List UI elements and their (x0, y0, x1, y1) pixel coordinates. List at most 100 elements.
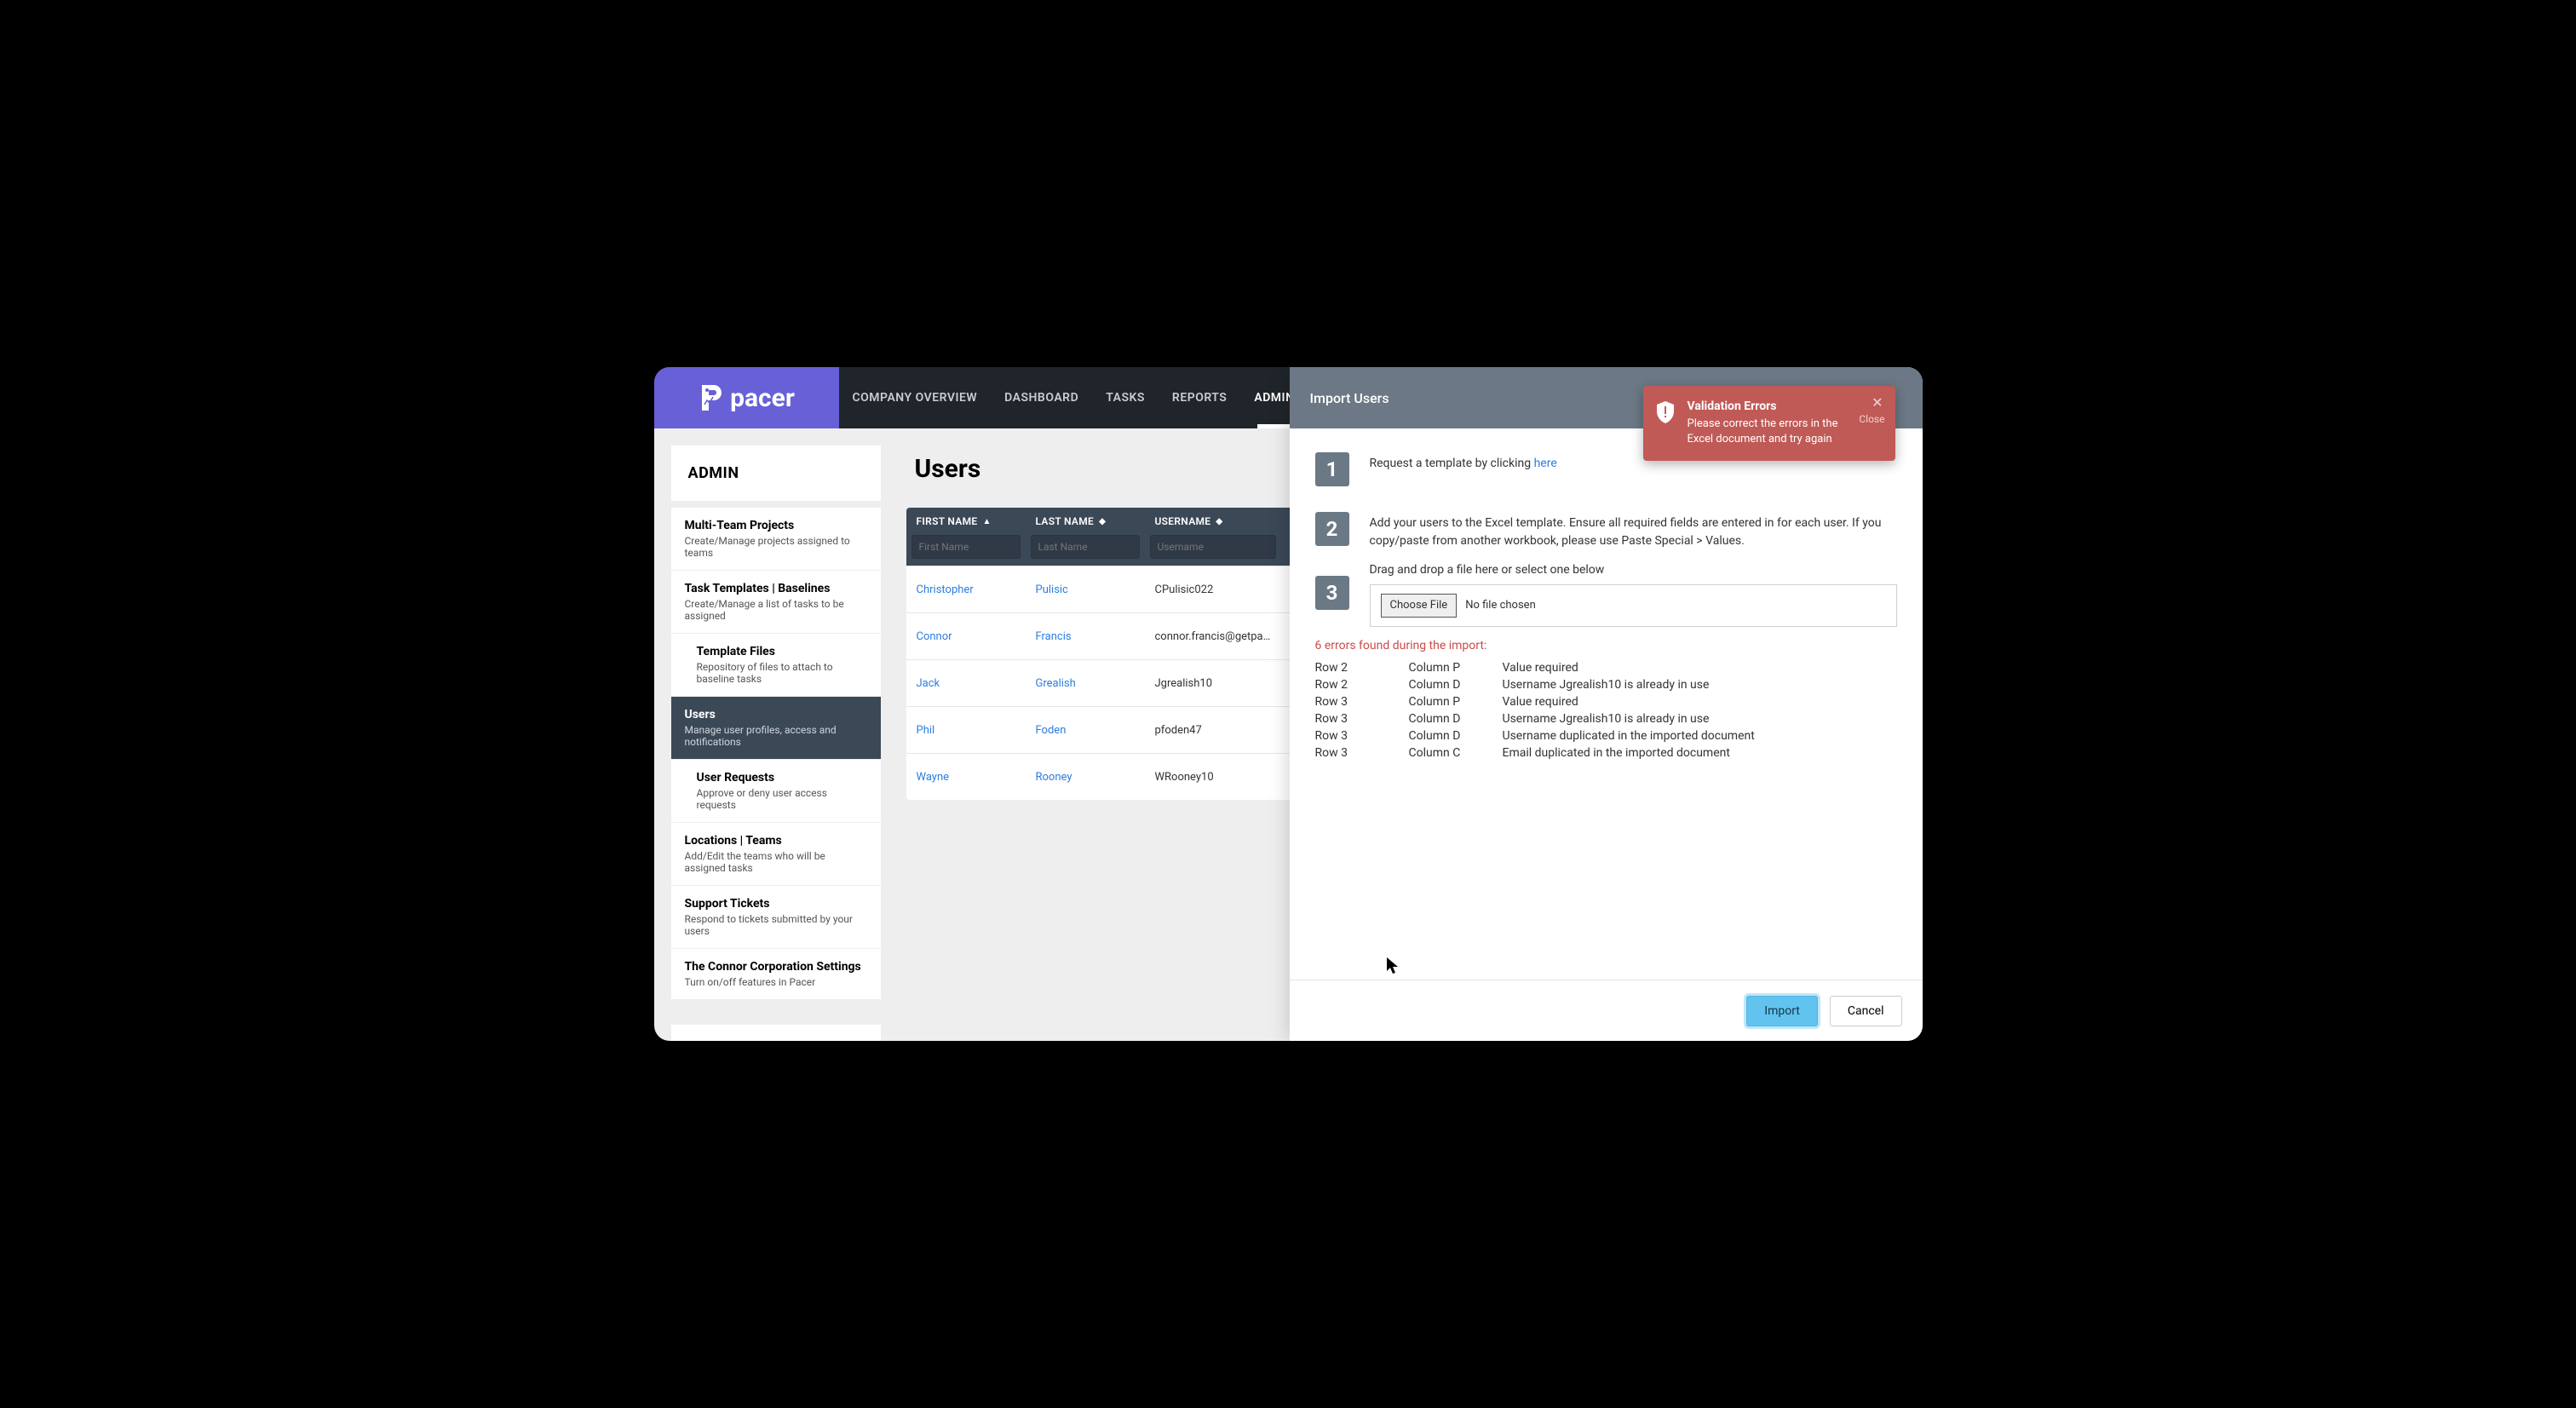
error-row: Row 3Column PValue required (1315, 693, 1897, 710)
cell-first[interactable]: Christopher (906, 583, 1026, 596)
step-1-prefix: Request a template by clicking (1370, 457, 1534, 470)
cell-user: CPulisic022 (1145, 583, 1281, 596)
import-button[interactable]: Import (1746, 996, 1818, 1026)
error-col: Column D (1409, 678, 1503, 692)
cell-last[interactable]: Rooney (1026, 771, 1145, 784)
column-label: USERNAME (1155, 515, 1211, 527)
sidebar-item-desc: Respond to tickets submitted by your use… (685, 913, 867, 937)
cell-first[interactable]: Wayne (906, 771, 1026, 784)
column-header-first-name[interactable]: FIRST NAME▲ (906, 508, 1026, 535)
filter-input-last-name[interactable] (1031, 535, 1140, 559)
shield-warning-icon (1655, 401, 1676, 423)
cell-last[interactable]: Grealish (1026, 677, 1145, 690)
errors-heading: 6 errors found during the import: (1315, 639, 1897, 652)
step-number-3: 3 (1315, 576, 1349, 610)
cancel-button[interactable]: Cancel (1830, 996, 1902, 1026)
error-msg: Value required (1503, 661, 1897, 675)
toast-close-label[interactable]: Close (1859, 413, 1884, 425)
sidebar-item-title: Template Files (697, 645, 867, 658)
column-label: LAST NAME (1036, 515, 1095, 527)
sidebar-item-task-templates-baselines[interactable]: Task Templates | BaselinesCreate/Manage … (671, 570, 881, 633)
validation-error-toast: Validation Errors Please correct the err… (1643, 386, 1895, 461)
request-template-link[interactable]: here (1534, 457, 1557, 470)
nav-item-reports[interactable]: REPORTS (1159, 367, 1240, 428)
sidebar-item-desc: Manage user profiles, access and notific… (685, 724, 867, 748)
step-1-text: Request a template by clicking here (1370, 452, 1557, 473)
error-msg: Username duplicated in the imported docu… (1503, 729, 1897, 743)
sidebar-item-desc: Approve or deny user access requests (697, 787, 867, 811)
user-link[interactable]: Rooney (1036, 771, 1072, 784)
error-row: Row 3 (1315, 729, 1409, 743)
step-number-1: 1 (1315, 452, 1349, 486)
error-col: Column D (1409, 729, 1503, 743)
user-link[interactable]: Grealish (1036, 677, 1076, 690)
column-header-last-name[interactable]: LAST NAME ◆ (1026, 508, 1145, 535)
sidebar-item-support-tickets[interactable]: Support Tickets Respond to tickets submit… (671, 885, 881, 948)
filter-input-first-name[interactable] (911, 535, 1021, 559)
cell-user: pfoden47 (1145, 724, 1281, 737)
user-link[interactable]: Foden (1036, 724, 1067, 737)
cell-last[interactable]: Pulisic (1026, 583, 1145, 596)
brand-logo[interactable]: pacer (654, 367, 839, 428)
import-users-drawer: Import Users 1 Request a template by cli… (1290, 367, 1923, 1041)
user-link[interactable]: Connor (917, 630, 952, 643)
filter-input-username[interactable] (1150, 535, 1276, 559)
sort-asc-icon: ▲ (982, 517, 991, 526)
error-col: Column C (1409, 746, 1503, 760)
error-msg: Value required (1503, 695, 1897, 709)
error-row: Row 2Column PValue required (1315, 659, 1897, 676)
toast-close-x-icon[interactable]: ✕ (1872, 394, 1883, 411)
error-row: Row 3 (1315, 746, 1409, 760)
sidebar-item-user-requests[interactable]: User RequestsApprove or deny user access… (671, 759, 881, 822)
user-link[interactable]: Wayne (917, 771, 950, 784)
user-link[interactable]: Phil (917, 724, 935, 737)
nav-item-dashboard[interactable]: DASHBOARD (991, 367, 1092, 428)
sidebar-header-admin: ADMIN (671, 445, 881, 501)
user-link[interactable]: Francis (1036, 630, 1072, 643)
sidebar-item-the-connor-corporation-settings[interactable]: The Connor Corporation SettingsTurn on/o… (671, 948, 881, 999)
cell-first[interactable]: Connor (906, 630, 1026, 643)
user-link[interactable]: Pulisic (1036, 583, 1068, 596)
no-file-label: No file chosen (1465, 597, 1536, 614)
toast-message: Please correct the errors in the Excel d… (1688, 417, 1861, 447)
sidebar-item-title: The Connor Corporation Settings (685, 960, 867, 974)
choose-file-button[interactable]: Choose File (1381, 594, 1458, 618)
error-msg: Username Jgrealish10 is already in use (1503, 678, 1897, 692)
drawer-title: Import Users (1310, 390, 1389, 406)
cell-first[interactable]: Phil (906, 724, 1026, 737)
user-link[interactable]: Jack (917, 677, 940, 690)
nav-item-company-overview[interactable]: COMPANY OVERVIEW (839, 367, 992, 428)
cell-last[interactable]: Francis (1026, 630, 1145, 643)
sidebar-item-locations-teams[interactable]: Locations | Teams Add/Edit the teams who … (671, 822, 881, 885)
sidebar-item-desc: Repository of files to attach to baselin… (697, 661, 867, 685)
error-row: Row 2Column DUsername Jgrealish10 is alr… (1315, 676, 1897, 693)
cell-last[interactable]: Foden (1026, 724, 1145, 737)
sidebar-item-template-files[interactable]: Template Files Repository of files to att… (671, 633, 881, 696)
import-step-3: 3 Drag and drop a file here or select on… (1315, 576, 1897, 627)
user-link[interactable]: Christopher (917, 583, 974, 596)
sort-icon: ◆ (1099, 517, 1106, 526)
sidebar-item-desc: Add/Edit the teams who will be assigned … (685, 850, 867, 874)
error-row: Row 3Column CEmail duplicated in the imp… (1315, 744, 1897, 761)
error-msg: Email duplicated in the imported documen… (1503, 746, 1897, 760)
step-2-text: Add your users to the Excel template. En… (1370, 512, 1897, 550)
file-input-box[interactable]: Choose File No file chosen (1370, 584, 1897, 627)
cell-user: WRooney10 (1145, 771, 1281, 784)
error-msg: Username Jgrealish10 is already in use (1503, 712, 1897, 726)
sidebar-item-title: Locations | Teams (685, 834, 867, 848)
sidebar-item-users[interactable]: UsersManage user profiles, access and no… (671, 696, 881, 759)
sidebar-item-multi-team-projects[interactable]: Multi-Team ProjectsCreate/Manage project… (671, 508, 881, 570)
sidebar-item-title: Support Tickets (685, 897, 867, 911)
nav-item-tasks[interactable]: TASKS (1092, 367, 1159, 428)
column-header-username[interactable]: USERNAME◆ (1145, 508, 1281, 535)
error-col: Column P (1409, 695, 1503, 709)
sidebar-item-title: Task Templates | Baselines (685, 582, 867, 595)
cell-first[interactable]: Jack (906, 677, 1026, 690)
step-3-content: Drag and drop a file here or select one … (1370, 576, 1897, 627)
error-col: Column D (1409, 712, 1503, 726)
error-row: Row 3 (1315, 712, 1409, 726)
error-row: Row 3Column DUsername Jgrealish10 is alr… (1315, 710, 1897, 727)
toast-title: Validation Errors (1688, 399, 1861, 413)
mouse-cursor-icon (1387, 957, 1399, 974)
main-nav: COMPANY OVERVIEWDASHBOARDTASKSREPORTSADM… (839, 367, 1308, 428)
